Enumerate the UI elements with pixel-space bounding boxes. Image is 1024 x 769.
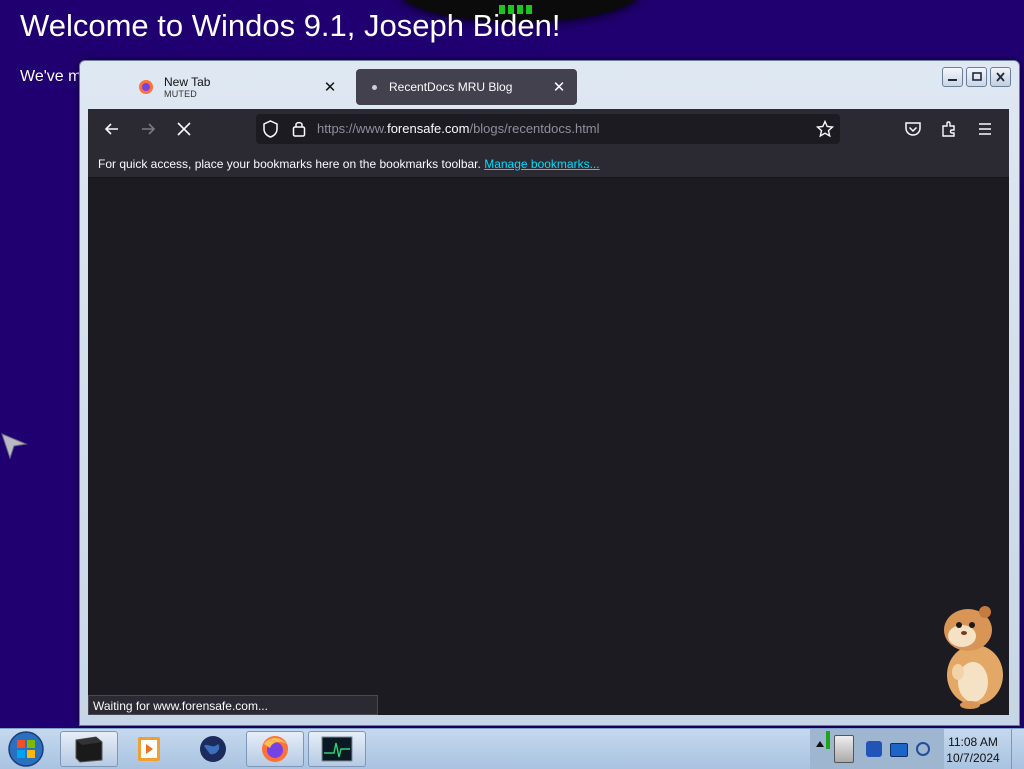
start-button-windows-icon[interactable] — [7, 731, 45, 767]
back-arrow-icon[interactable] — [103, 120, 121, 138]
firefox-app-icon — [262, 736, 288, 762]
url-prefix: https://www. — [317, 121, 388, 136]
clock-time: 11:08 AM — [948, 735, 998, 749]
restore-button[interactable] — [966, 67, 987, 87]
globe-browser-app-icon — [200, 736, 226, 762]
loading-dot-icon — [372, 84, 377, 90]
taskbar-task-manager-app[interactable] — [308, 731, 366, 767]
tab-title: New Tab — [164, 74, 211, 89]
welcome-subtext: We've m — [20, 68, 82, 85]
manage-bookmarks-link[interactable]: Manage bookmarks... — [484, 157, 599, 171]
hamster-mascot-icon — [944, 606, 1003, 709]
pocket-icon[interactable] — [904, 120, 922, 138]
minimize-button[interactable] — [942, 67, 963, 87]
welcome-title: Welcome to Windos 9.1, Joseph Biden! — [20, 8, 561, 43]
tab-recentdocs-blog[interactable]: RecentDocs MRU Blog ✕ — [356, 69, 577, 105]
taskbar-clock[interactable]: 11:08 AM 10/7/2024 — [940, 734, 1006, 766]
tray-app-blue-icon[interactable] — [866, 741, 882, 757]
tab-new-tab[interactable]: New Tab MUTED ✕ — [128, 69, 348, 105]
menu-icon[interactable] — [976, 120, 994, 138]
shield-icon[interactable] — [262, 120, 279, 138]
stop-icon[interactable] — [175, 120, 193, 138]
activity-indicator-icon — [826, 731, 830, 749]
taskbar: 11:08 AM 10/7/2024 — [0, 728, 1024, 769]
show-hidden-icons-icon[interactable] — [816, 741, 824, 747]
bookmarks-toolbar: For quick access, place your bookmarks h… — [88, 149, 1009, 178]
url-host: forensafe.com — [387, 121, 470, 136]
tab-title: RecentDocs MRU Blog — [389, 80, 513, 94]
volume-icon[interactable] — [916, 742, 930, 756]
taskbar-media-player-app[interactable] — [120, 731, 178, 767]
forward-arrow-icon[interactable] — [139, 120, 157, 138]
network-icon[interactable] — [890, 743, 908, 757]
close-tab-icon[interactable]: ✕ — [322, 78, 338, 96]
window-controls — [942, 67, 1011, 87]
media-player-app-icon — [138, 737, 160, 761]
show-desktop-button[interactable] — [1011, 729, 1024, 769]
taskbar-terminal-app[interactable] — [60, 731, 118, 767]
terminal-app-icon — [75, 736, 103, 763]
close-window-button[interactable] — [990, 67, 1011, 87]
taskbar-firefox-app[interactable] — [246, 731, 304, 767]
bookmarks-message: For quick access, place your bookmarks h… — [98, 157, 481, 171]
mouse-cursor-icon — [1, 433, 28, 460]
system-tray — [810, 729, 944, 769]
navigation-toolbar: https://www.forensafe.com/blogs/recentdo… — [88, 109, 1009, 149]
task-manager-app-icon — [321, 736, 353, 762]
tray-app-icon[interactable] — [834, 735, 854, 763]
star-icon[interactable] — [816, 120, 834, 138]
browser-window: New Tab MUTED ✕ RecentDocs MRU Blog ✕ ht… — [79, 60, 1020, 726]
taskbar-globe-app[interactable] — [184, 731, 242, 767]
clock-date: 10/7/2024 — [946, 751, 1000, 765]
url-text[interactable]: https://www.forensafe.com/blogs/recentdo… — [317, 121, 600, 136]
extensions-icon[interactable] — [940, 120, 958, 138]
status-bar: Waiting for www.forensafe.com... — [88, 695, 378, 715]
lock-icon[interactable] — [292, 120, 306, 137]
url-path: /blogs/recentdocs.html — [469, 121, 600, 136]
address-bar[interactable]: https://www.forensafe.com/blogs/recentdo… — [256, 114, 840, 144]
firefox-tab-icon — [139, 80, 153, 94]
page-content-area[interactable] — [88, 178, 1009, 715]
tab-muted-label: MUTED — [164, 88, 197, 99]
close-tab-icon[interactable]: ✕ — [551, 78, 567, 96]
